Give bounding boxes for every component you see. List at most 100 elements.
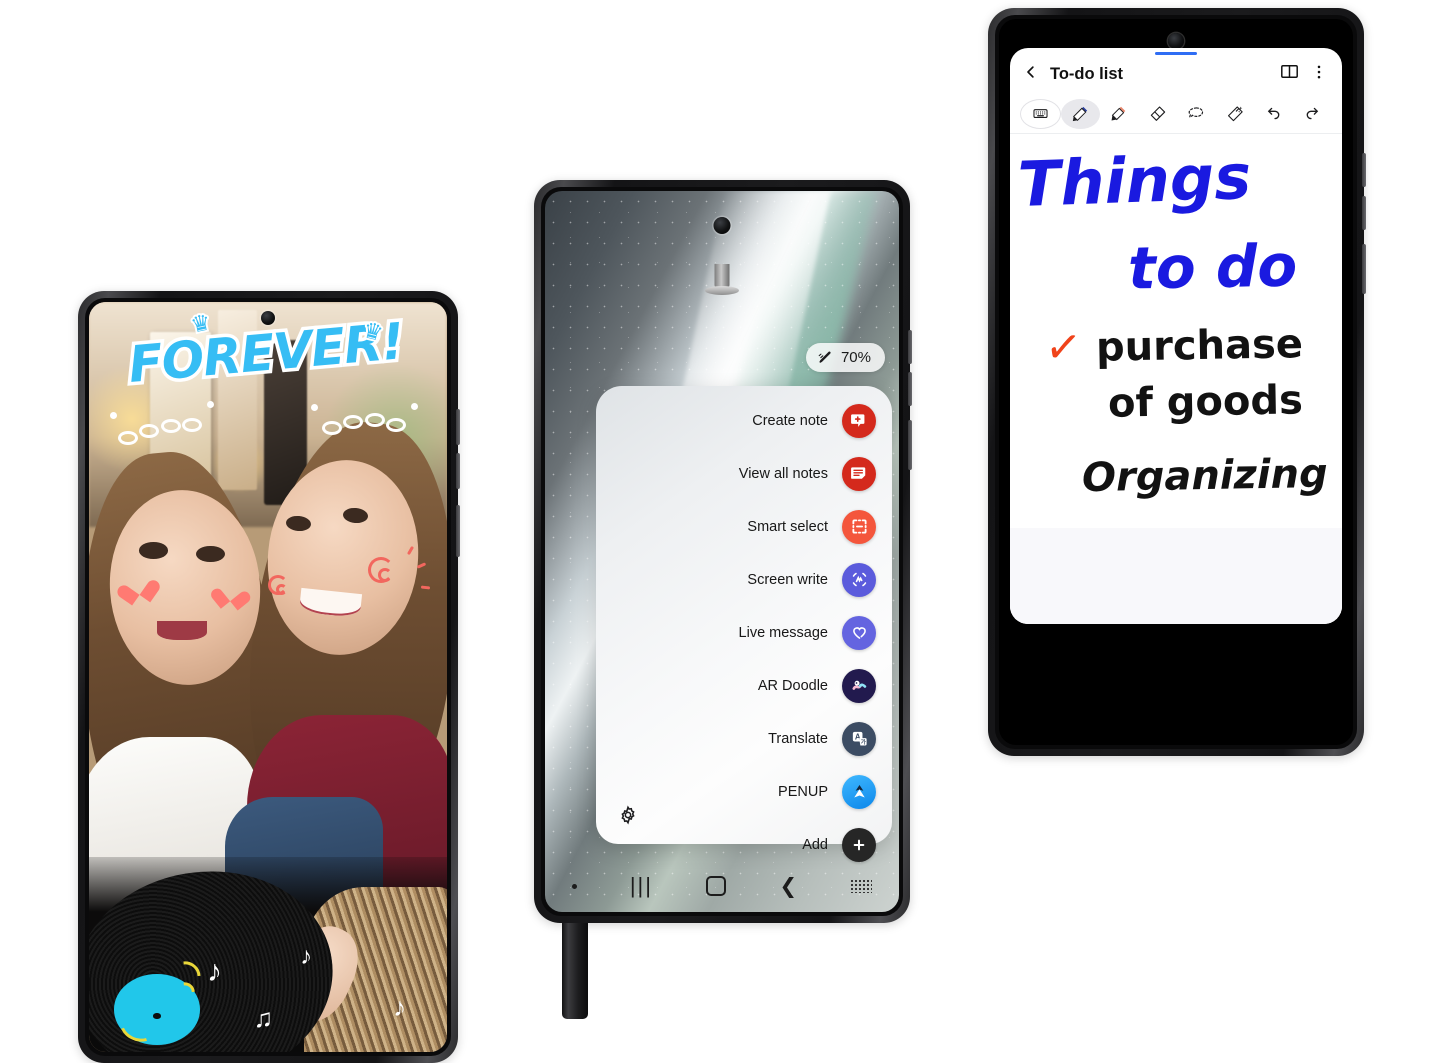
highlighter-tool-button[interactable] (1100, 99, 1139, 129)
menu-item-label: Translate (768, 730, 828, 747)
phone2-bezel: 70% Create note View all notes Smart sel… (541, 187, 903, 916)
screen-write-icon[interactable] (842, 562, 876, 597)
menu-item-label: AR Doodle (757, 677, 828, 694)
air-command-panel[interactable]: Create note View all notes Smart select … (596, 386, 892, 862)
add-icon[interactable] (842, 827, 876, 862)
squiggle-doodle (182, 417, 203, 432)
eye (196, 545, 226, 563)
handwriting-line-4: of goods (1107, 377, 1304, 427)
volume-down-button[interactable] (1362, 196, 1366, 230)
eye (139, 542, 168, 559)
handwriting-line-1: Things (1016, 139, 1253, 222)
power-button[interactable] (908, 420, 912, 470)
pen-tool-button[interactable] (1060, 98, 1100, 129)
squiggle-doodle (160, 419, 181, 433)
heart-doodle (218, 581, 244, 605)
squiggle-doodle (117, 431, 138, 445)
samsung-notes-phone: To-do list Things to do ✓ purchase of go… (988, 8, 1366, 756)
dot-doodle (310, 404, 318, 411)
air-command-item-penup[interactable]: PENUP (596, 765, 892, 818)
menu-item-label: PENUP (778, 783, 828, 800)
phone3-screen[interactable]: To-do list Things to do ✓ purchase of go… (999, 19, 1353, 745)
air-command-item-live-message[interactable]: Live message (596, 606, 892, 659)
music-note-doodle: ♪ (393, 992, 407, 1022)
back-icon[interactable]: ❮ (779, 876, 797, 897)
menu-item-label: Screen write (747, 571, 828, 588)
squiggle-doodle (386, 417, 407, 432)
phone3-bezel: To-do list Things to do ✓ purchase of go… (995, 15, 1357, 749)
translate-icon[interactable]: A 가 (842, 721, 876, 756)
menu-item-label: Add (802, 836, 828, 853)
front-camera (261, 311, 275, 325)
volume-down-button[interactable] (908, 372, 912, 406)
squiggle-doodle (321, 420, 342, 435)
music-note-doodle: ♪ (300, 943, 313, 971)
notes-toolbar[interactable] (1010, 94, 1342, 134)
navigation-bar: ||| ❮ (545, 860, 899, 912)
music-note-doodle: ♫ (253, 1003, 274, 1034)
air-command-phone: 70% Create note View all notes Smart sel… (534, 180, 912, 1019)
power-button[interactable] (1362, 244, 1366, 294)
live-message-icon[interactable] (842, 615, 876, 650)
volume-up-button[interactable] (1362, 153, 1366, 187)
squiggle-doodle (139, 423, 160, 438)
phone1-bezel: FOREVER! ♛ ♛ ♪ ♫ ♪ ♪ (85, 298, 451, 1056)
screenshot-stage: FOREVER! ♛ ♛ ♪ ♫ ♪ ♪ 70% Create note Vie… (0, 0, 1440, 1063)
s-pen-tip (714, 264, 730, 288)
keyboard-icon[interactable] (850, 879, 873, 893)
penup-icon[interactable] (842, 774, 876, 809)
air-command-item-translate[interactable]: Translate A 가 (596, 712, 892, 765)
book-view-icon[interactable] (1279, 61, 1300, 87)
svg-text:가: 가 (860, 738, 866, 746)
heart-doodle (123, 571, 153, 599)
squiggle-doodle (364, 413, 385, 427)
menu-item-label: Live message (738, 624, 828, 641)
air-command-item-create-note[interactable]: Create note (596, 394, 892, 447)
front-camera (1168, 33, 1184, 49)
power-button[interactable] (456, 505, 460, 557)
air-command-item-smart-select[interactable]: Smart select (596, 500, 892, 553)
volume-up-button[interactable] (456, 409, 460, 445)
dot-doodle (411, 402, 419, 410)
recents-icon[interactable]: ||| (630, 875, 653, 897)
handwriting-line-2: to do (1127, 231, 1298, 303)
air-command-item-view-all-notes[interactable]: View all notes (596, 447, 892, 500)
view-all-notes-icon[interactable] (842, 456, 876, 491)
squiggle-doodle (343, 414, 364, 429)
sun-spiral-doodle (378, 567, 393, 582)
redo-button[interactable] (1293, 99, 1332, 129)
back-chevron-icon[interactable] (1022, 63, 1040, 86)
spen-battery-percent: 70% (840, 349, 871, 366)
front-camera (713, 217, 731, 234)
air-command-item-ar-doodle[interactable]: AR Doodle (596, 659, 892, 712)
volume-up-button[interactable] (908, 330, 912, 364)
menu-item-label: View all notes (738, 465, 828, 482)
more-options-icon[interactable] (1310, 63, 1328, 86)
menu-item-label: Create note (752, 412, 828, 429)
gear-icon[interactable] (617, 804, 639, 826)
ar-doodle-icon[interactable] (842, 668, 876, 703)
photo-edit-phone: FOREVER! ♛ ♛ ♪ ♫ ♪ ♪ (78, 291, 460, 1063)
home-icon[interactable] (706, 876, 727, 896)
phone2-screen[interactable]: 70% Create note View all notes Smart sel… (545, 191, 899, 912)
checkmark-doodle: ✓ (1042, 317, 1085, 377)
smart-select-icon[interactable] (842, 509, 876, 544)
s-pen[interactable] (562, 923, 588, 1019)
ai-assist-tool-button[interactable] (1216, 99, 1255, 129)
lasso-select-tool-button[interactable] (1177, 99, 1216, 129)
air-command-item-screen-write[interactable]: Screen write (596, 553, 892, 606)
undo-button[interactable] (1255, 99, 1294, 129)
spen-icon (818, 351, 831, 363)
mouth (157, 620, 208, 641)
keyboard-tool-button[interactable] (1020, 98, 1061, 129)
note-top-indicator (1155, 52, 1197, 55)
status-dot-icon (571, 883, 577, 889)
handwriting-line-5: Organizing (1081, 450, 1329, 502)
eraser-tool-button[interactable] (1138, 99, 1177, 129)
note-title: To-do list (1050, 64, 1124, 83)
volume-down-button[interactable] (456, 453, 460, 489)
s-pen-cap (705, 286, 739, 295)
create-note-icon[interactable] (842, 403, 876, 438)
phone1-screen[interactable]: FOREVER! ♛ ♛ ♪ ♫ ♪ ♪ (89, 302, 447, 1052)
air-command-settings-button[interactable] (617, 804, 639, 826)
